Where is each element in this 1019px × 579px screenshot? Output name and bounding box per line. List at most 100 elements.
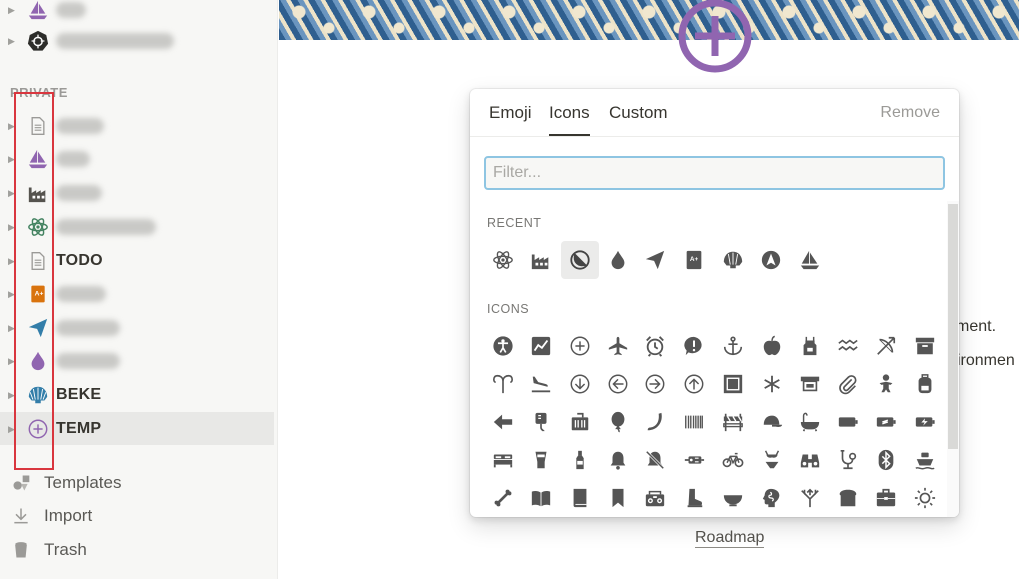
barrier-icon[interactable]	[717, 406, 749, 438]
arrow-down-circle-icon[interactable]	[564, 368, 596, 400]
atm-icon[interactable]	[794, 368, 826, 400]
add-circle-icon[interactable]	[564, 330, 596, 362]
bottle-icon[interactable]	[564, 444, 596, 476]
banana-icon[interactable]	[639, 406, 671, 438]
roadmap-link[interactable]: Roadmap	[695, 529, 765, 548]
tab-icons[interactable]: Icons	[549, 103, 590, 136]
baby-icon[interactable]	[870, 368, 902, 400]
arrow-right-circle-icon[interactable]	[639, 368, 671, 400]
blurred-page-title	[56, 117, 104, 134]
book-open-icon[interactable]	[525, 482, 557, 514]
bell-icon[interactable]	[602, 444, 634, 476]
trash-label: Trash	[44, 540, 87, 559]
bread-icon[interactable]	[832, 482, 864, 514]
backpack-icon[interactable]	[909, 368, 941, 400]
battery-icon[interactable]	[832, 406, 864, 438]
arrow-up-circle-icon[interactable]	[678, 368, 710, 400]
shell-icon[interactable]	[717, 244, 749, 276]
drop-icon[interactable]	[602, 244, 634, 276]
artwork-icon[interactable]	[717, 368, 749, 400]
blurred-page-title	[56, 32, 174, 49]
baseball-cap-icon[interactable]	[756, 406, 788, 438]
beer-icon[interactable]	[525, 444, 557, 476]
asterisk-icon[interactable]	[756, 368, 788, 400]
filter-input[interactable]	[484, 156, 945, 190]
chevron-right-icon[interactable]: ▶	[8, 36, 18, 46]
chevron-right-icon[interactable]: ▶	[8, 5, 18, 15]
remove-button[interactable]: Remove	[880, 104, 940, 122]
page-icon-add-circle[interactable]	[676, 0, 754, 76]
battery-bolt-icon[interactable]	[909, 406, 941, 438]
grade-book-icon[interactable]: A+	[678, 244, 710, 276]
shapes-icon	[10, 472, 32, 494]
boat-icon[interactable]	[909, 444, 941, 476]
bookmark-icon[interactable]	[602, 482, 634, 514]
briefcase-icon[interactable]	[870, 482, 902, 514]
sidebar-trash[interactable]: Trash	[0, 535, 274, 565]
bath-icon[interactable]	[794, 406, 826, 438]
archive-icon[interactable]	[909, 330, 941, 362]
sidebar-import[interactable]: Import	[0, 501, 274, 531]
activity-chart-icon[interactable]	[525, 330, 557, 362]
download-icon	[10, 505, 32, 527]
bag-drip-icon[interactable]	[525, 406, 557, 438]
tab-custom[interactable]: Custom	[609, 103, 668, 123]
baggage-icon[interactable]	[564, 406, 596, 438]
biology-icon[interactable]	[832, 444, 864, 476]
accessibility-icon[interactable]	[487, 330, 519, 362]
sidebar: ▶ ▶ PRIVATE ▶ ▶ ▶ ▶ ▶ TODO ▶ A+ ▶ ▶ ▶ BE…	[0, 0, 278, 579]
bikini-icon[interactable]	[756, 444, 788, 476]
bone-icon[interactable]	[487, 482, 519, 514]
page-cover-image[interactable]	[279, 0, 1019, 40]
brain-icon[interactable]	[756, 482, 788, 514]
alarm-clock-icon[interactable]	[639, 330, 671, 362]
block-icon[interactable]	[561, 241, 599, 279]
battery-charging-icon[interactable]	[870, 406, 902, 438]
compass-icon[interactable]	[755, 244, 787, 276]
annotation-highlight-box	[14, 92, 54, 470]
atom-icon[interactable]	[487, 244, 519, 276]
arrow-left-circle-icon[interactable]	[602, 368, 634, 400]
barcode-icon[interactable]	[678, 406, 710, 438]
blurred-page-title	[56, 1, 86, 18]
scrollbar-thumb[interactable]	[948, 204, 958, 449]
sidebar-templates[interactable]: Templates	[0, 468, 274, 498]
bell-off-icon[interactable]	[639, 444, 671, 476]
anchor-icon[interactable]	[717, 330, 749, 362]
paper-plane-icon[interactable]	[639, 244, 671, 276]
arrival-icon[interactable]	[525, 368, 557, 400]
kubernetes-icon[interactable]	[27, 30, 49, 52]
sidebar-page-item[interactable]: ▶	[0, 24, 274, 57]
sidebar-page-item[interactable]: ▶	[0, 0, 274, 26]
attachment-icon[interactable]	[832, 368, 864, 400]
boot-icon[interactable]	[678, 482, 710, 514]
factory-icon[interactable]	[525, 244, 557, 276]
apron-icon[interactable]	[794, 330, 826, 362]
import-label: Import	[44, 506, 93, 525]
book-icon[interactable]	[564, 482, 596, 514]
boombox-icon[interactable]	[639, 482, 671, 514]
bed-icon[interactable]	[487, 444, 519, 476]
alert-bubble-icon[interactable]	[678, 330, 710, 362]
apple-icon[interactable]	[756, 330, 788, 362]
sailboat-icon[interactable]	[27, 0, 49, 21]
recent-section-title: RECENT	[487, 216, 542, 230]
bluetooth-icon[interactable]	[870, 444, 902, 476]
bicycle-icon[interactable]	[717, 444, 749, 476]
aries-icon[interactable]	[487, 368, 519, 400]
branch-icon[interactable]	[794, 482, 826, 514]
airplane-icon[interactable]	[602, 330, 634, 362]
sailboat-icon[interactable]	[794, 244, 826, 276]
backward-icon[interactable]	[487, 406, 519, 438]
bowl-icon[interactable]	[717, 482, 749, 514]
app-window: { "sidebar": { "section_private": "PRIVA…	[0, 0, 1019, 579]
brightness-icon[interactable]	[909, 482, 941, 514]
binoculars-icon[interactable]	[794, 444, 826, 476]
templates-label: Templates	[44, 473, 122, 492]
aquarius-icon[interactable]	[832, 330, 864, 362]
tab-emoji[interactable]: Emoji	[489, 103, 532, 123]
sidebar-item-label: BEKE	[56, 385, 102, 403]
bicycle-lock-icon[interactable]	[678, 444, 710, 476]
balloon-icon[interactable]	[602, 406, 634, 438]
archery-icon[interactable]	[870, 330, 902, 362]
